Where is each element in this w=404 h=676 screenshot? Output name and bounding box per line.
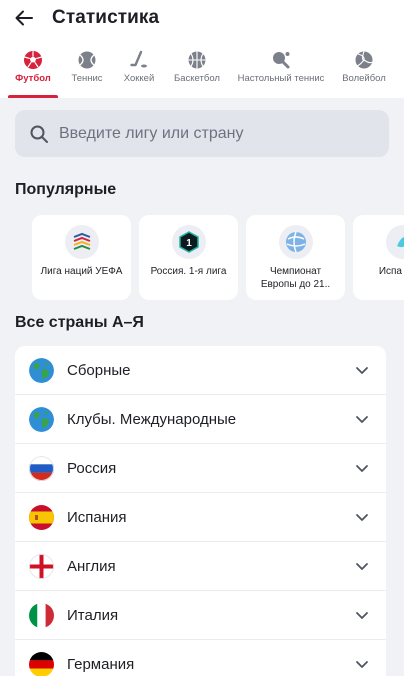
chevron-down-icon	[354, 558, 370, 574]
list-item[interactable]: Клубы. Международные	[15, 395, 386, 444]
tennis-ball-icon	[77, 50, 97, 70]
germany-flag-icon	[29, 651, 54, 676]
england-flag-icon	[29, 553, 54, 579]
tab-label: Баскетбол	[174, 73, 220, 84]
league-card[interactable]: Чемпионат Европы до 21..	[246, 215, 345, 300]
soccer-ball-icon	[23, 50, 43, 70]
back-button[interactable]	[12, 6, 36, 30]
list-item[interactable]: Сборные	[15, 346, 386, 395]
league-name: Чемпионат Европы до 21..	[260, 266, 331, 290]
globe-icon	[29, 406, 54, 432]
svg-text:1: 1	[186, 238, 192, 249]
first-league-logo-icon: 1	[171, 225, 206, 259]
country-name: Сборные	[67, 361, 131, 379]
league-name: Лига наций УЕФА	[40, 266, 123, 277]
chevron-down-icon	[354, 509, 370, 525]
league-name: Россия. 1-я лига	[150, 266, 227, 277]
tab-label: Хоккей	[123, 73, 155, 84]
chevron-down-icon	[354, 362, 370, 378]
tab-tennis[interactable]: Теннис	[64, 36, 110, 98]
tab-label: Волейбол	[342, 73, 386, 84]
country-name: Англия	[67, 557, 116, 575]
country-name: Германия	[67, 655, 135, 673]
tab-football[interactable]: Футбол	[8, 36, 58, 98]
league-card[interactable]: Лига наций УЕФА	[32, 215, 131, 300]
russia-flag-icon	[29, 455, 54, 481]
league-card[interactable]: 1 Россия. 1-я лига	[139, 215, 238, 300]
tab-table-tennis[interactable]: Настольный теннис	[232, 36, 330, 98]
ping-pong-icon	[271, 50, 291, 70]
list-item[interactable]: Германия	[15, 640, 386, 676]
top-bar: Статистика	[0, 0, 404, 36]
search-icon	[30, 125, 48, 143]
arrow-left-icon	[15, 10, 33, 26]
hockey-stick-icon	[129, 50, 149, 70]
list-item[interactable]: Англия	[15, 542, 386, 591]
spain-flag-icon	[29, 504, 54, 530]
tab-label: Теннис	[71, 73, 103, 84]
search-bar[interactable]	[15, 110, 389, 157]
list-item[interactable]: Россия	[15, 444, 386, 493]
page-title: Статистика	[52, 7, 160, 28]
country-name: Клубы. Международные	[67, 410, 237, 428]
country-name: Испания	[67, 508, 127, 526]
globe-icon	[29, 357, 54, 383]
search-input[interactable]	[59, 124, 359, 143]
country-name: Россия	[67, 459, 117, 477]
laliga-logo-icon	[385, 225, 404, 259]
league-name: Испа Сегу	[378, 266, 404, 277]
countries-list: Сборные Клубы. Международные Россия Испа…	[15, 346, 386, 676]
chevron-down-icon	[354, 656, 370, 672]
league-card[interactable]: Испа Сегу	[353, 215, 404, 300]
popular-leagues: Лига наций УЕФА 1 Россия. 1-я лига Чемпи…	[0, 215, 404, 300]
volleyball-icon	[354, 50, 374, 70]
euro-u21-logo-icon	[278, 225, 313, 259]
tab-label: Футбол	[15, 73, 51, 84]
sport-tabs: Футбол Теннис Хоккей Баскетбол Настольны…	[0, 36, 404, 98]
chevron-down-icon	[354, 411, 370, 427]
tab-volleyball[interactable]: Волейбол	[336, 36, 392, 98]
nations-league-logo-icon	[64, 225, 99, 259]
country-name: Италия	[67, 606, 119, 624]
tab-label: Настольный теннис	[237, 73, 325, 84]
tab-basketball[interactable]: Баскетбол	[168, 36, 226, 98]
tab-hockey[interactable]: Хоккей	[116, 36, 162, 98]
list-item[interactable]: Испания	[15, 493, 386, 542]
all-countries-title: Все страны А–Я	[15, 314, 144, 331]
italy-flag-icon	[29, 602, 54, 628]
basketball-icon	[187, 50, 207, 70]
popular-section-title: Популярные	[15, 181, 117, 198]
chevron-down-icon	[354, 607, 370, 623]
chevron-down-icon	[354, 460, 370, 476]
list-item[interactable]: Италия	[15, 591, 386, 640]
